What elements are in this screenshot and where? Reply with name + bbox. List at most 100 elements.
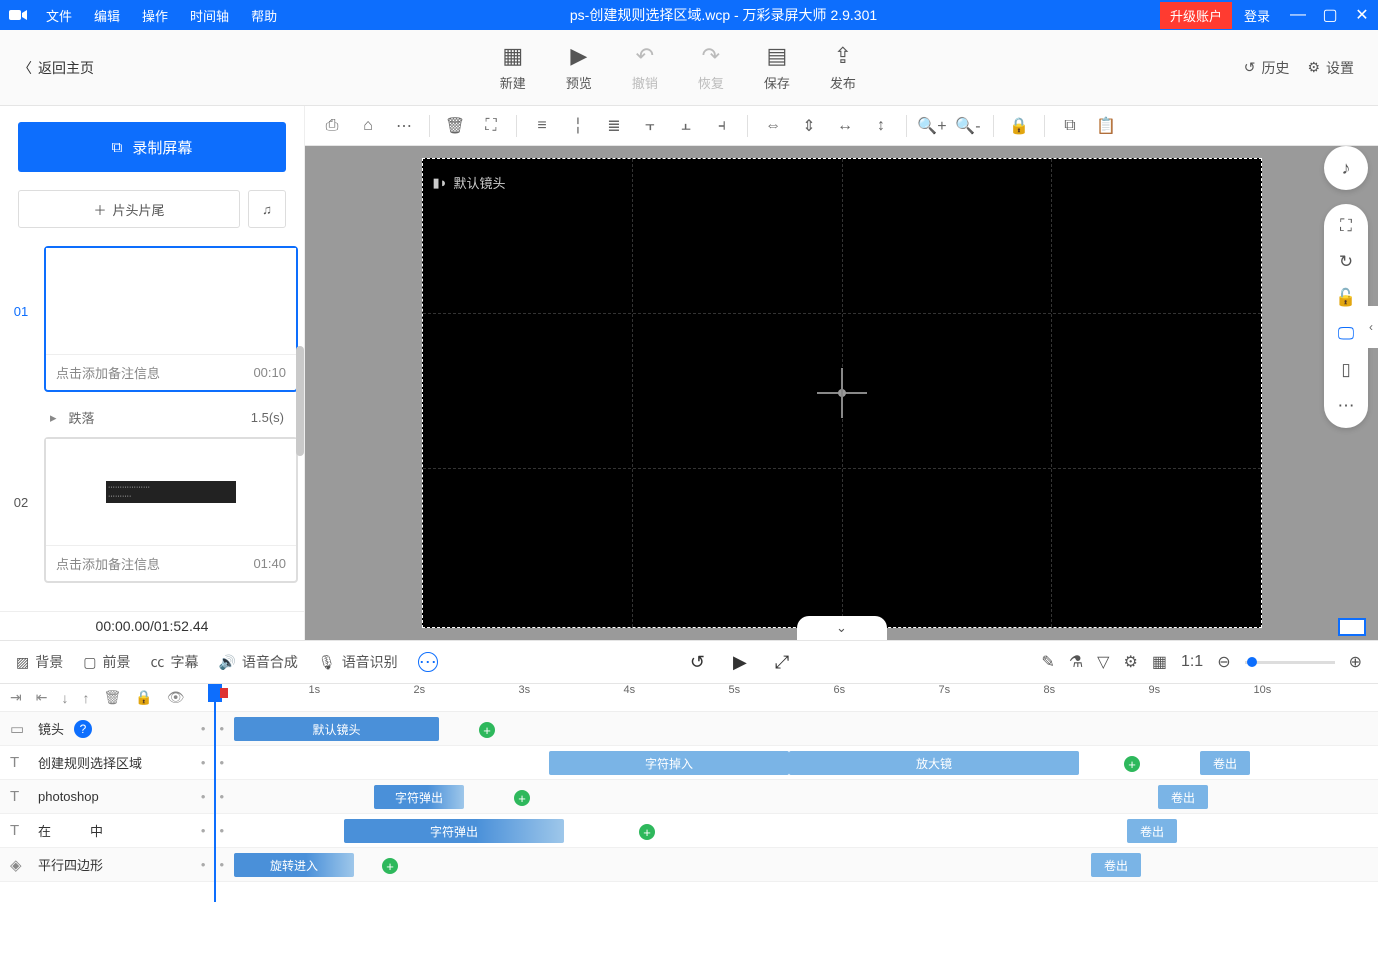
funnel-icon[interactable]: ▽ xyxy=(1097,652,1109,672)
clip[interactable]: 放大镜 xyxy=(789,751,1079,775)
zoom-out-timeline[interactable]: ⊖ xyxy=(1217,652,1230,672)
menu-edit[interactable]: 编辑 xyxy=(84,6,130,25)
zoom-in-icon[interactable]: 🔍+ xyxy=(917,111,947,141)
scene-note[interactable]: 点击添加备注信息 xyxy=(56,554,160,573)
track-lane[interactable]: 字符掉入 放大镜 + 卷出 xyxy=(234,746,1378,779)
tab-tts[interactable]: 🔊语音合成 xyxy=(218,652,297,672)
play-icon[interactable]: ▸ xyxy=(50,410,57,426)
new-button[interactable]: ▦新建 xyxy=(500,43,526,92)
redo-button[interactable]: ↷恢复 xyxy=(698,43,724,92)
clip[interactable]: 卷出 xyxy=(1127,819,1177,843)
copy-icon[interactable]: ⧉ xyxy=(1055,111,1085,141)
focus-icon[interactable]: ⛶ xyxy=(476,111,506,141)
mini-preview[interactable] xyxy=(1338,618,1366,636)
music-button[interactable]: ♫ xyxy=(248,190,286,228)
align-top-icon[interactable]: ⫟ xyxy=(635,111,665,141)
mobile-icon[interactable]: ▯ xyxy=(1341,360,1350,380)
login-button[interactable]: 登录 xyxy=(1232,6,1282,25)
canvas[interactable]: ▮◗默认镜头 xyxy=(422,158,1262,628)
save-button[interactable]: ▤保存 xyxy=(764,43,790,92)
fullscreen-icon[interactable]: ⛶ xyxy=(1340,216,1352,236)
align-center-h-icon[interactable]: ╎ xyxy=(563,111,593,141)
export-icon[interactable]: ⇤ xyxy=(36,689,48,706)
add-clip-button[interactable]: + xyxy=(639,824,655,840)
play-button[interactable]: ▶ xyxy=(733,652,747,673)
transition-row[interactable]: ▸ 跌落 1.5(s) xyxy=(6,404,298,437)
more-tabs-button[interactable]: ⋯ xyxy=(418,652,438,672)
history-button[interactable]: ↺历史 xyxy=(1244,58,1290,78)
menu-file[interactable]: 文件 xyxy=(36,6,82,25)
undo-button[interactable]: ↶撤销 xyxy=(632,43,658,92)
track-lane[interactable]: 字符弹出 + 卷出 xyxy=(234,814,1378,847)
settings-icon[interactable]: ⚙ xyxy=(1123,652,1137,672)
settings-button[interactable]: ⚙设置 xyxy=(1307,58,1354,78)
more-icon[interactable]: ⋯ xyxy=(1338,396,1355,416)
sidebar-scrollbar[interactable] xyxy=(296,346,304,456)
clip[interactable]: 字符掉入 xyxy=(549,751,789,775)
add-clip-button[interactable]: + xyxy=(479,722,495,738)
edit-icon[interactable]: ✎ xyxy=(1041,652,1054,672)
more-icon[interactable]: ⋯ xyxy=(389,111,419,141)
rotate-icon[interactable]: ↻ xyxy=(1339,252,1353,272)
align-center-v-icon[interactable]: ⫠ xyxy=(671,111,701,141)
home-icon[interactable]: ⌂ xyxy=(353,111,383,141)
equal-height-icon[interactable]: ↕ xyxy=(866,111,896,141)
zoom-slider[interactable] xyxy=(1245,661,1335,664)
track-lane[interactable]: 旋转进入 + 卷出 xyxy=(234,848,1378,881)
lock-icon[interactable]: 🔒 xyxy=(1004,111,1034,141)
clip[interactable]: 旋转进入 xyxy=(234,853,354,877)
rewind-button[interactable]: ↺ xyxy=(690,652,705,673)
intro-outro-button[interactable]: ＋片头片尾 xyxy=(18,190,240,228)
back-home-button[interactable]: 〈 返回主页 xyxy=(0,58,112,78)
eye-icon[interactable]: 👁 xyxy=(167,689,185,706)
zoom-in-timeline[interactable]: ⊕ xyxy=(1349,652,1362,672)
align-left-icon[interactable]: ≡ xyxy=(527,111,557,141)
menu-help[interactable]: 帮助 xyxy=(241,6,287,25)
trash-icon[interactable]: 🗑 xyxy=(103,689,121,706)
down-icon[interactable]: ↓ xyxy=(61,690,68,706)
unlock-icon[interactable]: 🔓 xyxy=(1335,288,1356,308)
publish-button[interactable]: ⇪发布 xyxy=(830,43,856,92)
menu-action[interactable]: 操作 xyxy=(132,6,178,25)
close-button[interactable]: ✕ xyxy=(1346,5,1378,25)
align-right-icon[interactable]: ≣ xyxy=(599,111,629,141)
lock-track-icon[interactable]: 🔒 xyxy=(135,689,152,706)
add-clip-button[interactable]: + xyxy=(382,858,398,874)
distribute-h-icon[interactable]: ⇔ xyxy=(758,111,788,141)
align-bottom-icon[interactable]: ⫞ xyxy=(707,111,737,141)
fullscreen-button[interactable]: ⤢ xyxy=(775,652,789,673)
clip[interactable]: 字符弹出 xyxy=(344,819,564,843)
tab-foreground[interactable]: ▢前景 xyxy=(83,652,130,672)
clip[interactable]: 卷出 xyxy=(1200,751,1250,775)
clip[interactable]: 卷出 xyxy=(1158,785,1208,809)
grid-icon[interactable]: ▦ xyxy=(1152,652,1167,672)
clip[interactable]: 卷出 xyxy=(1091,853,1141,877)
add-clip-button[interactable]: + xyxy=(514,790,530,806)
timeline-ruler[interactable]: 1s 2s 3s 4s 5s 6s 7s 8s 9s 10s xyxy=(208,684,1368,712)
help-icon[interactable]: ? xyxy=(74,720,92,738)
audio-panel-button[interactable]: ♪ xyxy=(1324,146,1368,190)
distribute-v-icon[interactable]: ⇕ xyxy=(794,111,824,141)
add-clip-button[interactable]: + xyxy=(1124,756,1140,772)
scene-item-1[interactable]: 01 点击添加备注信息00:10 xyxy=(6,246,298,392)
minimize-button[interactable]: — xyxy=(1282,6,1314,24)
ratio-icon[interactable]: 1:1 xyxy=(1181,653,1203,671)
upgrade-button[interactable]: 升级账户 xyxy=(1160,2,1232,29)
clip[interactable]: 字符弹出 xyxy=(374,785,464,809)
layout-icon[interactable]: ⎙ xyxy=(317,111,347,141)
equal-width-icon[interactable]: ↔ xyxy=(830,111,860,141)
expand-right-panel[interactable]: ‹ xyxy=(1364,306,1378,348)
tab-subtitle[interactable]: ㏄字幕 xyxy=(150,652,198,672)
clip[interactable]: 默认镜头 xyxy=(234,717,439,741)
record-screen-button[interactable]: ⧉ 录制屏幕 xyxy=(18,122,286,172)
up-icon[interactable]: ↑ xyxy=(82,690,89,706)
delete-icon[interactable]: 🗑 xyxy=(440,111,470,141)
import-icon[interactable]: ⇥ xyxy=(10,689,22,706)
track-lane[interactable]: 默认镜头 + xyxy=(234,712,1378,745)
menu-timeline[interactable]: 时间轴 xyxy=(180,6,239,25)
track-lane[interactable]: 字符弹出 + 卷出 xyxy=(234,780,1378,813)
scene-item-2[interactable]: 02 ···························· 点击添加备注信息… xyxy=(6,437,298,583)
preview-button[interactable]: ▶预览 xyxy=(566,43,592,92)
paste-icon[interactable]: 📋 xyxy=(1091,111,1121,141)
tab-background[interactable]: ▨背景 xyxy=(16,652,63,672)
